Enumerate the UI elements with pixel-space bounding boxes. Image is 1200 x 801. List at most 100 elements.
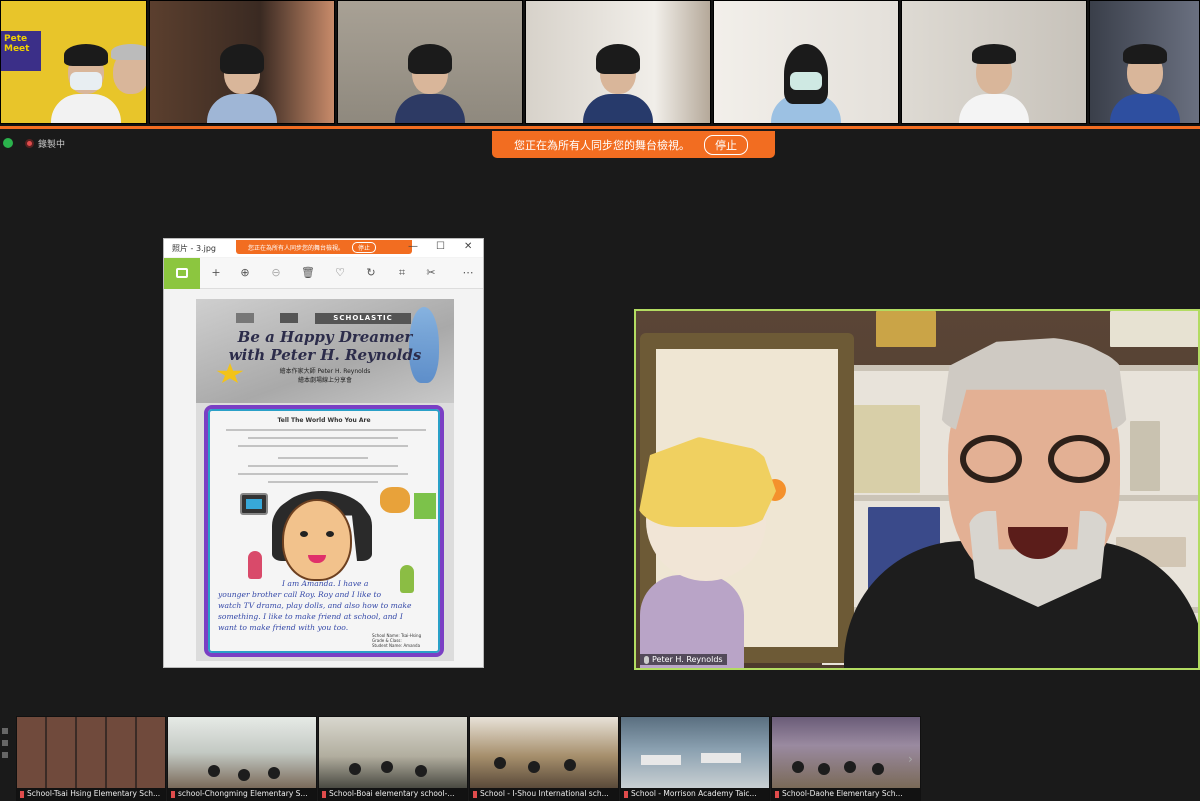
zoom-in-icon[interactable]: ⊕ [237, 265, 253, 281]
speaker-name: Peter H. Reynolds [652, 655, 723, 664]
tv-drawing [240, 493, 268, 515]
record-icon [25, 138, 34, 148]
classroom-desk [641, 755, 681, 765]
rotate-icon[interactable]: ↻ [363, 265, 379, 281]
delete-icon[interactable]: 🗑 [300, 265, 316, 281]
tile-background [621, 717, 769, 788]
security-shield-icon [3, 138, 13, 148]
gallery-tile[interactable] [525, 0, 711, 124]
tile-background [17, 717, 165, 788]
handwriting-line: I am Amanda. I have a [282, 579, 369, 588]
student-head [564, 759, 576, 771]
student-name-field: Student Name: Amanda [372, 643, 421, 648]
add-icon[interactable]: + [208, 265, 224, 281]
view-option-icon[interactable] [2, 752, 8, 758]
close-icon[interactable]: ✕ [464, 241, 472, 252]
filmstrip-view-controls[interactable] [0, 722, 10, 764]
gallery-tile[interactable] [901, 0, 1087, 124]
school-video-tile[interactable]: School-Boai elementary school-... [318, 716, 468, 801]
edit-icon[interactable]: ✂ [423, 265, 439, 281]
participant-video [771, 38, 841, 123]
tile-label-text: School - I-Shou International sch... [480, 789, 609, 798]
muted-icon [322, 790, 326, 798]
recording-indicator[interactable]: 錄製中 [0, 135, 65, 151]
mic-icon [644, 655, 649, 664]
sync-stage-text: 您正在為所有人同步您的舞台檢視。 [514, 138, 690, 152]
student-head [792, 761, 804, 773]
student-head [208, 765, 220, 777]
drawn-mouth [308, 555, 326, 563]
student-head [844, 761, 856, 773]
view-option-icon[interactable] [2, 728, 8, 734]
tile-label: school-Chongming Elementary S... [168, 788, 316, 800]
active-speaker-video[interactable]: Peter H. Reynolds [634, 309, 1200, 670]
tile-label-text: School-Daohe Elementary Sch... [782, 789, 903, 798]
gallery-tile[interactable]: Pete Meet [0, 0, 147, 124]
school-video-tile[interactable]: school-Chongming Elementary S... [167, 716, 317, 801]
printed-text-line [278, 457, 368, 459]
participant-video [1109, 38, 1180, 123]
mini-sync-text: 您正在為所有人同步您的舞台檢視。 [248, 244, 345, 252]
printed-text-line [248, 465, 398, 467]
speaker-name-label: Peter H. Reynolds [640, 654, 727, 665]
gallery-icon[interactable] [164, 258, 200, 289]
tile-label: School - I-Shou International sch... [470, 788, 618, 800]
view-option-icon[interactable] [2, 740, 8, 746]
muted-icon [473, 790, 477, 798]
active-share-border [0, 126, 1200, 129]
stop-sync-button[interactable]: 停止 [704, 134, 748, 155]
worksheet-title-line2: with Peter H. Reynolds [228, 346, 422, 364]
tile-background [319, 717, 467, 788]
school-video-tile[interactable]: School-Daohe Elementary Sch... [771, 716, 921, 801]
participant-hair [972, 44, 1016, 64]
mini-sync-banner: 您正在為所有人同步您的舞台檢視。 停止 [236, 240, 412, 254]
student-head [415, 765, 427, 777]
printed-text-line [238, 445, 408, 447]
sync-stage-banner: 您正在為所有人同步您的舞台檢視。 停止 [492, 131, 775, 158]
glasses-lens [960, 435, 1022, 483]
zoom-out-icon[interactable]: ⊖ [268, 265, 284, 281]
face-drawing [282, 499, 352, 581]
viewer-title-bar: 照片 - 3.jpg 您正在為所有人同步您的舞台檢視。 停止 — ☐ ✕ [164, 239, 483, 257]
handwriting-line: want to make friend with you too. [218, 623, 349, 632]
student-head [268, 767, 280, 779]
participant-hair [111, 44, 146, 60]
printed-text-line [226, 429, 426, 431]
gallery-tile[interactable] [337, 0, 523, 124]
worksheet-photo: SCHOLASTIC Be a Happy Dreamer with Peter… [196, 299, 454, 661]
filmstrip-next-arrow-icon[interactable]: › [908, 752, 913, 766]
handwriting-line: younger brother call Roy. Roy and I like… [218, 590, 382, 599]
maximize-icon[interactable]: ☐ [436, 241, 445, 252]
gallery-tile[interactable] [149, 0, 335, 124]
participant-video [959, 38, 1029, 123]
drawn-eye [326, 531, 334, 537]
top-gallery-strip: Pete Meet [0, 0, 1200, 127]
tile-label: School-Boai elementary school-... [319, 788, 467, 800]
glasses-lens [1048, 435, 1110, 483]
sponsor-logo [280, 313, 298, 323]
mini-stop-button[interactable]: 停止 [352, 241, 377, 253]
student-head [818, 763, 830, 775]
student-head [494, 757, 506, 769]
more-icon[interactable]: ⋯ [460, 265, 476, 281]
bookmark-drawing [414, 493, 436, 519]
muted-icon [775, 790, 779, 798]
school-video-tile[interactable]: School - I-Shou International sch... [469, 716, 619, 801]
tile-label-text: School-Boai elementary school-... [329, 789, 455, 798]
participant-body [959, 94, 1029, 123]
participant-hair [64, 44, 108, 66]
worksheet-header: SCHOLASTIC Be a Happy Dreamer with Peter… [196, 299, 454, 403]
doll-drawing [248, 551, 262, 579]
favorite-icon[interactable]: ♡ [332, 265, 348, 281]
book [850, 405, 920, 493]
school-video-tile[interactable]: School-Tsai Hsing Elementary Sch... [16, 716, 166, 801]
participant-hair [408, 44, 452, 74]
handwriting-line: watch TV drama, play dolls, and also how… [218, 601, 412, 610]
student-head [349, 763, 361, 775]
tile-label-text: School - Morrison Academy Taic... [631, 789, 757, 798]
gallery-tile[interactable] [713, 0, 899, 124]
gallery-tile[interactable] [1089, 0, 1200, 124]
school-video-tile[interactable]: School - Morrison Academy Taic... [620, 716, 770, 801]
minimize-icon[interactable]: — [408, 241, 418, 252]
crop-icon[interactable]: ⌗ [394, 265, 410, 281]
